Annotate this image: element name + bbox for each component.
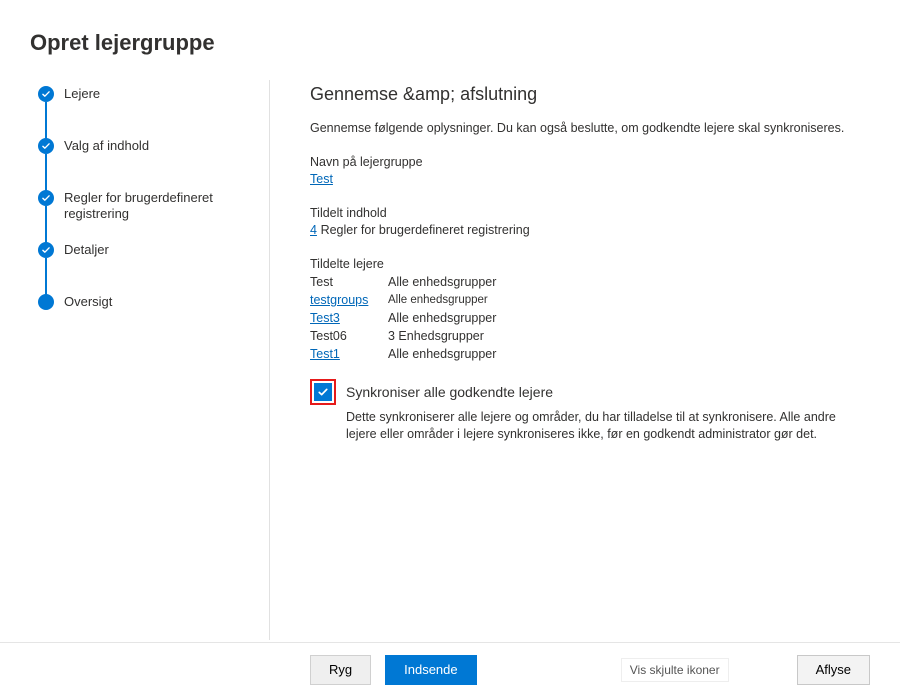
assigned-content-count-link[interactable]: 4 [310,223,317,237]
tenant-scope: Alle enhedsgrupper [388,309,496,327]
tenant-row: Test06 3 Enhedsgrupper [310,327,860,345]
tenant-row: Test3 Alle enhedsgrupper [310,309,860,327]
tenant-row: Test1 Alle enhedsgrupper [310,345,860,363]
hidden-icons-hint[interactable]: Vis skjulte ikoner [621,658,729,682]
tenant-scope: Alle enhedsgrupper [388,345,496,363]
check-circle-icon [38,86,54,102]
wizard-step-detaljer[interactable]: Detaljer [38,242,269,294]
wizard-step-regler[interactable]: Regler for brugerdefineret registrering [38,190,269,242]
wizard-step-label: Regler for brugerdefineret registrering [64,190,269,222]
tenant-row: Test Alle enhedsgrupper [310,273,860,291]
wizard-step-oversigt[interactable]: Oversigt [38,294,269,310]
wizard-step-label: Detaljer [64,242,109,258]
back-button[interactable]: Ryg [310,655,371,685]
tenant-name-link[interactable]: Test3 [310,309,376,327]
page-title: Opret lejergruppe [0,0,900,56]
sync-checkbox[interactable] [314,383,332,401]
sync-checkbox-label: Synkroniser alle godkendte lejere [346,384,553,400]
tenant-name: Test [310,273,376,291]
group-name-link[interactable]: Test [310,172,333,186]
checkmark-icon [317,386,329,398]
check-circle-icon [38,242,54,258]
footer-bar: Ryg Indsende Vis skjulte ikoner Aflyse [0,642,900,696]
sync-checkbox-highlight [310,379,336,405]
review-heading: Gennemse &amp; afslutning [310,84,860,105]
tenant-name-link[interactable]: Test1 [310,345,376,363]
wizard-step-label: Valg af indhold [64,138,149,154]
tenant-scope: Alle enhedsgrupper [388,273,496,291]
current-step-icon [38,294,54,310]
cancel-button[interactable]: Aflyse [797,655,870,685]
group-name-label: Navn på lejergruppe [310,155,860,169]
assigned-tenants-label: Tildelte lejere [310,257,860,271]
submit-button[interactable]: Indsende [385,655,477,685]
tenant-row: testgroups Alle enhedsgrupper [310,291,860,309]
review-description: Gennemse følgende oplysninger. Du kan og… [310,121,860,135]
check-circle-icon [38,190,54,206]
tenant-scope: Alle enhedsgrupper [388,291,488,309]
wizard-step-lejere[interactable]: Lejere [38,86,269,138]
check-circle-icon [38,138,54,154]
tenant-name: Test06 [310,327,376,345]
wizard-nav: Lejere Valg af indhold Regler for bruger… [0,80,270,640]
tenant-scope: 3 Enhedsgrupper [388,327,484,345]
wizard-step-label: Lejere [64,86,100,102]
assigned-content-text: Regler for brugerdefineret registrering [321,223,530,237]
sync-checkbox-description: Dette synkroniserer alle lejere og områd… [346,409,860,443]
wizard-step-label: Oversigt [64,294,112,310]
wizard-step-valg-af-indhold[interactable]: Valg af indhold [38,138,269,190]
assigned-content-label: Tildelt indhold [310,206,860,220]
main-content: Gennemse &amp; afslutning Gennemse følge… [270,80,900,640]
tenant-name-link[interactable]: testgroups [310,291,376,309]
